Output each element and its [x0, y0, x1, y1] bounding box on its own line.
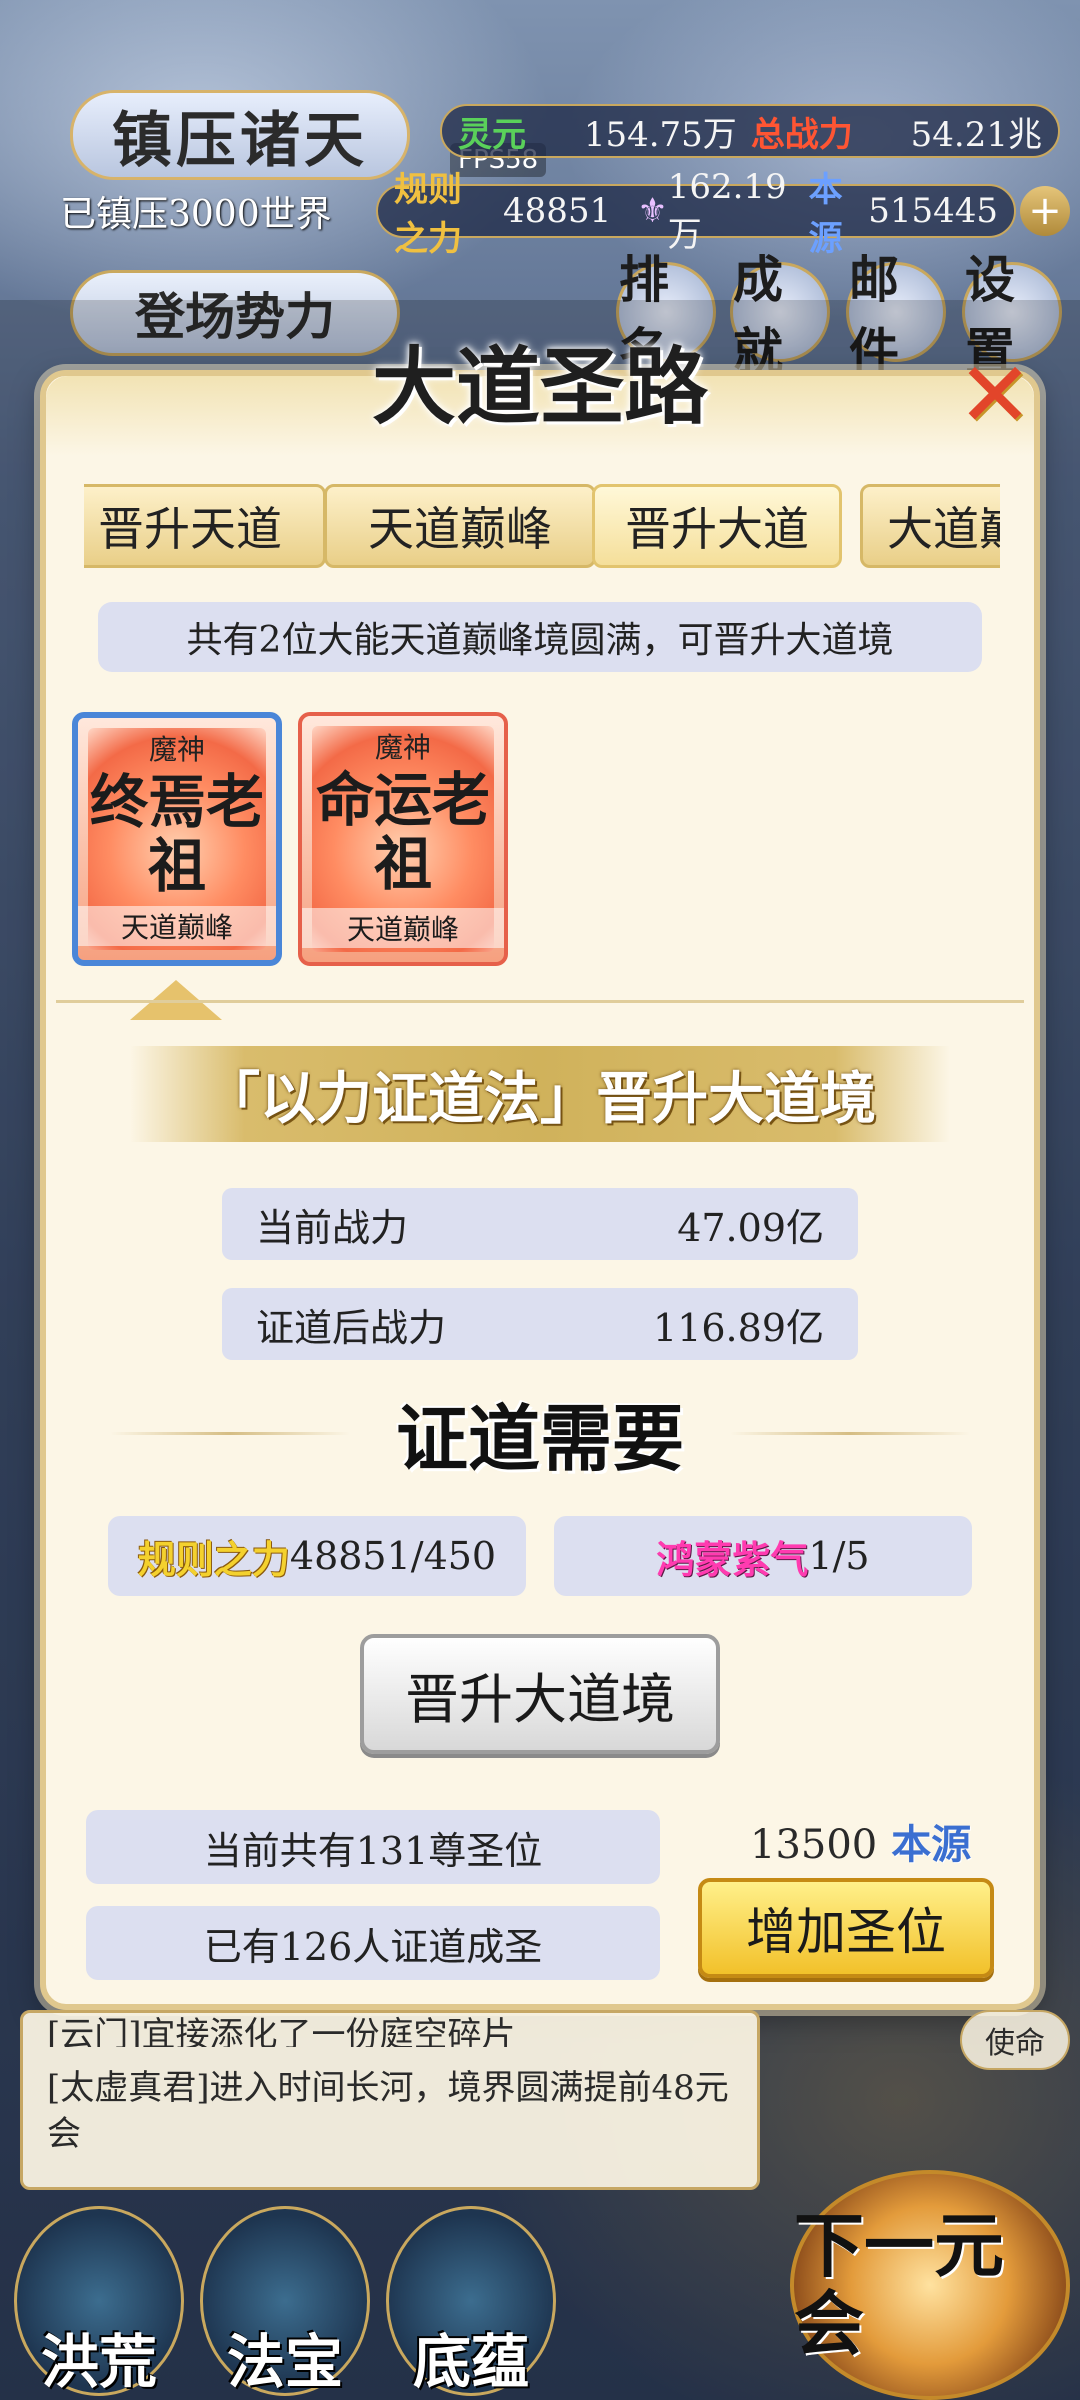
- tab-heaven-peak[interactable]: 天道巅峰: [324, 484, 596, 568]
- close-icon[interactable]: ✕: [950, 343, 1040, 448]
- power-value: 54.21兆: [910, 114, 1042, 155]
- current-power-row: 当前战力 47.09亿: [222, 1188, 858, 1260]
- mission-button[interactable]: 使命: [960, 2010, 1070, 2070]
- saint-seats: 当前共有131尊圣位: [86, 1810, 660, 1884]
- requirements-title: 证道需要: [395, 1396, 684, 1481]
- nav-treasure[interactable]: 法宝: [200, 2206, 370, 2396]
- candidate-card[interactable]: 魔神 命运老祖 天道巅峰: [298, 712, 508, 966]
- item-icon: ⚜: [637, 191, 668, 231]
- after-power-value: 116.89亿: [653, 1305, 824, 1350]
- method-banner: 「以力证道法」晋升大道境: [130, 1046, 950, 1142]
- req-rule-label: 规则之力: [137, 1536, 290, 1582]
- tab-ascend-heaven[interactable]: 晋升天道: [84, 484, 326, 568]
- card-name: 终焉老祖: [89, 768, 264, 900]
- current-power-value: 47.09亿: [677, 1205, 824, 1250]
- event-log: [云门]宜接添化了一份庭空碎片 [太虚真君]进入时间长河，境界圆满提前48元会: [20, 2010, 760, 2190]
- after-power-label: 证道后战力: [256, 1305, 447, 1350]
- next-era-label: 下一元会: [794, 2204, 1004, 2365]
- nav-label: 洪荒: [40, 2328, 157, 2396]
- nav-label: 法宝: [226, 2328, 343, 2396]
- req-qi-value: 1/5: [808, 1534, 870, 1578]
- card-race: 魔神: [374, 731, 431, 764]
- saints-count: 已有126人证道成圣: [86, 1906, 660, 1980]
- current-power-label: 当前战力: [256, 1205, 409, 1250]
- candidate-card[interactable]: 魔神 终焉老祖 天道巅峰: [72, 712, 282, 966]
- tab-ascend-dao[interactable]: 晋升大道: [592, 484, 842, 568]
- card-realm: 天道巅峰: [78, 906, 276, 946]
- req-purple-qi: 鸿蒙紫气 1/5: [554, 1516, 972, 1596]
- power-label: 总战力: [750, 114, 853, 155]
- req-rule-power: 规则之力 48851/450: [108, 1516, 526, 1596]
- divider: [56, 1000, 1024, 1003]
- req-qi-label: 鸿蒙紫气: [656, 1536, 809, 1582]
- card-name: 命运老祖: [315, 766, 490, 898]
- add-seat-button[interactable]: 增加圣位: [698, 1878, 994, 1978]
- card-realm: 天道巅峰: [302, 908, 504, 948]
- stat-row-2: 规则之力 48851 ⚜ 162.19万 本源 515445: [376, 167, 1016, 259]
- add-seat-cost: 13500 本源: [750, 1812, 971, 1870]
- stat-lingyuan: 灵元 154.75万 总战力 54.21兆: [440, 104, 1060, 158]
- rule-label: 规则之力: [394, 170, 462, 259]
- next-era-button[interactable]: 下一元会: [790, 2170, 1070, 2400]
- nav-honghuang[interactable]: 洪荒: [14, 2206, 184, 2396]
- log-line: [云门]宜接添化了一份庭空碎片: [47, 2015, 516, 2047]
- modal-title: 大道圣路: [371, 337, 708, 436]
- plus-icon[interactable]: +: [1020, 186, 1070, 236]
- log-line: [太虚真君]进入时间长河，境界圆满提前48元会: [47, 2068, 729, 2154]
- ascend-button[interactable]: 晋升大道境: [360, 1634, 720, 1754]
- nav-heritage[interactable]: 底蕴: [386, 2206, 556, 2396]
- after-power-row: 证道后战力 116.89亿: [222, 1288, 858, 1360]
- tab-dao-peak[interactable]: 大道巅峰: [860, 484, 1000, 568]
- cost-currency: 本源: [891, 1821, 972, 1868]
- tab-bar: 晋升天道 天道巅峰 晋升大道 大道巅峰: [84, 480, 1000, 572]
- suppressed-worlds: 已镇压3000世界: [60, 194, 332, 235]
- lingyuan-label: 灵元: [458, 114, 526, 155]
- nav-label: 底蕴: [412, 2328, 529, 2396]
- cost-value: 13500: [750, 1822, 878, 1868]
- notice-text: 共有2位大能天道巅峰境圆满，可晋升大道境: [98, 602, 982, 672]
- source-value: 515445: [868, 191, 998, 231]
- game-title: 镇压诸天: [70, 90, 410, 180]
- card-race: 魔神: [148, 733, 205, 766]
- lingyuan-value: 154.75万: [583, 114, 737, 155]
- req-rule-value: 48851/450: [289, 1534, 497, 1578]
- rule-value: 48851: [503, 191, 612, 231]
